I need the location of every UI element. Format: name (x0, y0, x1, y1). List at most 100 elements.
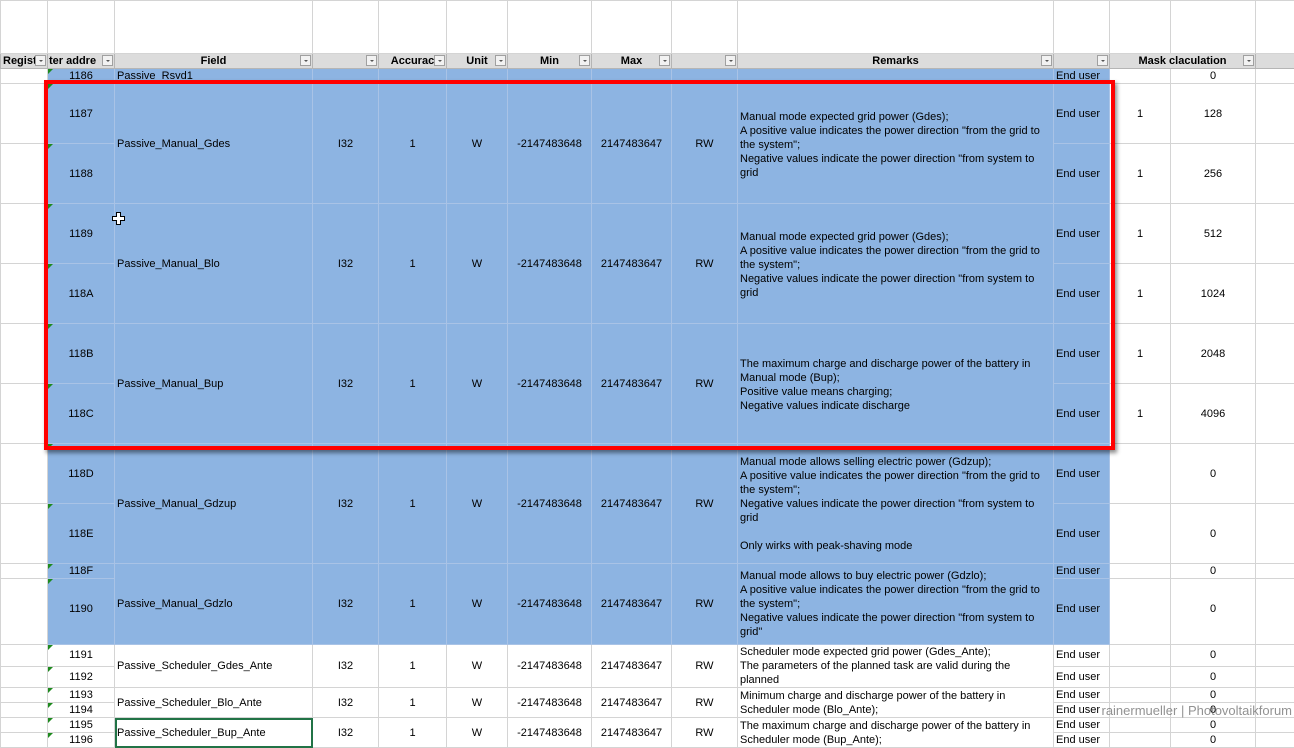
user-level-cell[interactable]: End user (1054, 204, 1110, 264)
field-cell[interactable]: Passive_Manual_Bup (115, 324, 313, 444)
min-cell[interactable]: -2147483648 (508, 84, 592, 204)
mask-value-cell[interactable]: 0 (1171, 444, 1256, 504)
empty-cell[interactable] (1256, 324, 1294, 384)
register-cell[interactable] (1, 703, 48, 718)
filter-dropdown-icon[interactable] (1243, 55, 1254, 66)
user-level-cell[interactable]: End user (1054, 84, 1110, 144)
address-cell[interactable]: 1191 (48, 645, 115, 667)
max-cell[interactable]: 2147483647 (592, 688, 672, 718)
register-cell[interactable] (1, 504, 48, 564)
filter-dropdown-icon[interactable] (1097, 55, 1108, 66)
address-cell[interactable]: 118A (48, 264, 115, 324)
unit-cell[interactable]: W (447, 84, 508, 204)
mask-bit-cell[interactable]: 1 (1110, 204, 1171, 264)
register-cell[interactable] (1, 733, 48, 748)
min-cell[interactable]: -2147483648 (508, 564, 592, 645)
register-cell[interactable] (1, 204, 48, 264)
remarks-cell[interactable]: Manual mode allows to buy electric power… (738, 564, 1054, 645)
empty-cell[interactable] (1256, 84, 1294, 144)
mask-bit-cell[interactable] (1110, 666, 1171, 688)
register-cell[interactable] (1, 69, 48, 84)
mask-bit-cell[interactable] (1110, 733, 1171, 748)
empty-cell[interactable] (1256, 54, 1294, 69)
max-cell[interactable]: 2147483647 (592, 645, 672, 688)
mask-bit-cell[interactable] (1110, 688, 1171, 703)
unit-cell[interactable]: W (447, 688, 508, 718)
address-cell[interactable]: 118B (48, 324, 115, 384)
type-cell[interactable]: I32 (313, 645, 379, 688)
address-cell[interactable]: 118E (48, 504, 115, 564)
empty-cell[interactable] (1256, 444, 1294, 504)
user-level-cell[interactable]: End user (1054, 264, 1110, 324)
mask-value-cell[interactable]: 4096 (1171, 384, 1256, 444)
unit-cell[interactable]: W (447, 444, 508, 564)
user-level-cell[interactable]: End user (1054, 444, 1110, 504)
remarks-cell[interactable]: Scheduler mode expected grid power (Gdes… (738, 645, 1054, 688)
access-cell[interactable]: RW (672, 688, 738, 718)
empty-cell[interactable] (1256, 688, 1294, 703)
mask-value-cell[interactable]: 0 (1171, 733, 1256, 748)
mask-value-cell[interactable]: 0 (1171, 666, 1256, 688)
access-cell[interactable]: RW (672, 324, 738, 444)
header-field[interactable]: Field (115, 54, 313, 69)
header-register[interactable]: Registe (1, 54, 48, 69)
header-accuracy[interactable]: Accurac (379, 54, 447, 69)
mask-bit-cell[interactable]: 1 (1110, 84, 1171, 144)
user-level-cell[interactable]: End user (1054, 69, 1110, 84)
empty-cell[interactable] (1256, 504, 1294, 564)
filter-dropdown-icon[interactable] (366, 55, 377, 66)
empty-cell[interactable] (1256, 264, 1294, 324)
mask-bit-cell[interactable]: 1 (1110, 144, 1171, 204)
unit-cell[interactable]: W (447, 564, 508, 645)
type-cell[interactable]: I32 (313, 204, 379, 324)
empty-cell[interactable] (1256, 645, 1294, 667)
empty-cell[interactable] (1256, 564, 1294, 579)
empty-cell[interactable] (1256, 666, 1294, 688)
max-cell[interactable]: 2147483647 (592, 718, 672, 748)
header-access[interactable] (672, 54, 738, 69)
mask-bit-cell[interactable] (1110, 564, 1171, 579)
header-address[interactable]: ter addre (48, 54, 115, 69)
unit-cell[interactable]: W (447, 645, 508, 688)
filter-dropdown-icon[interactable] (579, 55, 590, 66)
accuracy-cell[interactable]: 1 (379, 84, 447, 204)
mask-bit-cell[interactable] (1110, 579, 1171, 645)
address-cell[interactable]: 118F (48, 564, 115, 579)
filter-dropdown-icon[interactable] (300, 55, 311, 66)
field-cell[interactable]: Passive_Scheduler_Bup_Ante (115, 718, 313, 748)
min-cell[interactable] (508, 69, 592, 84)
access-cell[interactable]: RW (672, 564, 738, 645)
max-cell[interactable]: 2147483647 (592, 204, 672, 324)
register-cell[interactable] (1, 579, 48, 645)
mask-value-cell[interactable]: 512 (1171, 204, 1256, 264)
empty-cell[interactable] (1256, 718, 1294, 733)
field-cell[interactable]: Passive_Manual_Gdes (115, 84, 313, 204)
user-level-cell[interactable]: End user (1054, 324, 1110, 384)
mask-bit-cell[interactable] (1110, 69, 1171, 84)
register-cell[interactable] (1, 144, 48, 204)
mask-value-cell[interactable]: 0 (1171, 579, 1256, 645)
user-level-cell[interactable]: End user (1054, 384, 1110, 444)
address-cell[interactable]: 1186 (48, 69, 115, 84)
mask-bit-cell[interactable] (1110, 718, 1171, 733)
register-cell[interactable] (1, 384, 48, 444)
address-cell[interactable]: 1189 (48, 204, 115, 264)
user-level-cell[interactable]: End user (1054, 718, 1110, 733)
remarks-cell[interactable] (738, 69, 1054, 84)
empty-cell[interactable] (1256, 579, 1294, 645)
accuracy-cell[interactable]: 1 (379, 718, 447, 748)
header-min[interactable]: Min (508, 54, 592, 69)
user-level-cell[interactable]: End user (1054, 733, 1110, 748)
mask-bit-cell[interactable]: 1 (1110, 264, 1171, 324)
field-cell[interactable]: Passive_Manual_Gdzup (115, 444, 313, 564)
mask-value-cell[interactable]: 0 (1171, 69, 1256, 84)
remarks-cell[interactable]: Manual mode expected grid power (Gdes); … (738, 204, 1054, 324)
remarks-cell[interactable]: Manual mode allows selling electric powe… (738, 444, 1054, 564)
type-cell[interactable]: I32 (313, 564, 379, 645)
user-level-cell[interactable]: End user (1054, 645, 1110, 667)
address-cell[interactable]: 118C (48, 384, 115, 444)
unit-cell[interactable]: W (447, 718, 508, 748)
unit-cell[interactable] (447, 69, 508, 84)
max-cell[interactable]: 2147483647 (592, 324, 672, 444)
mask-value-cell[interactable]: 1024 (1171, 264, 1256, 324)
